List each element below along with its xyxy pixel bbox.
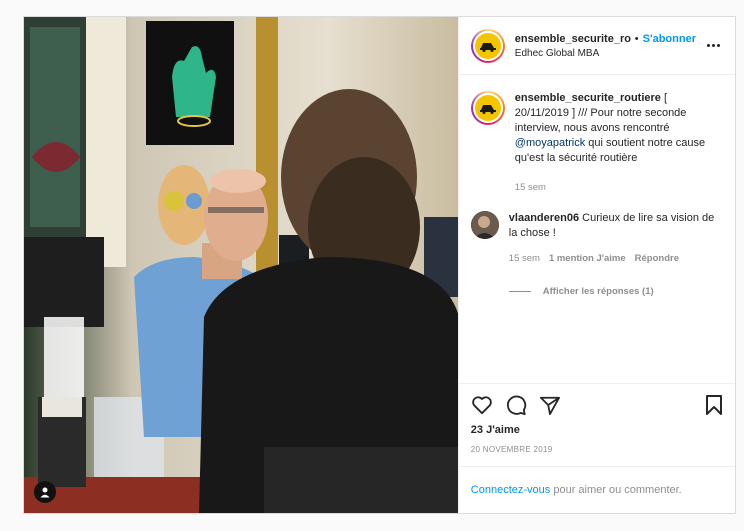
more-options-icon[interactable] xyxy=(703,44,723,47)
post-date[interactable]: 20 NOVEMBRE 2019 xyxy=(471,445,723,454)
bookmark-icon[interactable] xyxy=(705,394,723,416)
login-prompt: Connectez-vous pour aimer ou commenter. xyxy=(458,466,735,513)
caption-avatar[interactable] xyxy=(470,91,505,125)
share-icon[interactable] xyxy=(539,395,561,415)
show-replies-button[interactable]: Afficher les réponses (1) xyxy=(508,284,723,299)
post-photo[interactable] xyxy=(24,17,458,513)
commenter-username[interactable]: vlaanderen06 xyxy=(509,212,579,224)
author-avatar[interactable] xyxy=(470,28,505,63)
post-card: ensemble_securite_rou • S'abonner Edhec … xyxy=(23,16,736,514)
follow-button[interactable]: S'abonner xyxy=(643,33,696,45)
caption-comment: ensemble_securite_routiere [ 20/11/2019 … xyxy=(470,91,723,195)
separator-dot: • xyxy=(634,32,639,45)
heart-icon[interactable] xyxy=(471,395,493,415)
reply-button[interactable]: Répondre xyxy=(635,251,679,266)
post-location[interactable]: Edhec Global MBA xyxy=(515,48,703,59)
user-tag-icon[interactable] xyxy=(34,481,56,503)
caption-username[interactable]: ensemble_securite_routiere xyxy=(515,92,661,104)
comments-list: ensemble_securite_routiere [ 20/11/2019 … xyxy=(459,75,735,383)
comment-icon[interactable] xyxy=(505,394,527,416)
caption-time[interactable]: 15 sem xyxy=(515,180,546,195)
likes-count[interactable]: 23 J'aime xyxy=(471,424,723,436)
post-actions: 23 J'aime 20 NOVEMBRE 2019 xyxy=(458,383,735,466)
comment-item: vlaanderen06 Curieux de lire sa vision d… xyxy=(470,211,723,299)
post-header: ensemble_securite_rou • S'abonner Edhec … xyxy=(458,17,735,75)
show-replies-label[interactable]: Afficher les réponses (1) xyxy=(543,284,654,299)
post-sidebar: ensemble_securite_rou • S'abonner Edhec … xyxy=(457,17,735,513)
login-link[interactable]: Connectez-vous xyxy=(471,484,551,496)
replies-divider xyxy=(508,291,531,292)
comment-time[interactable]: 15 sem xyxy=(509,251,540,266)
login-prompt-text: pour aimer ou commenter. xyxy=(550,484,682,496)
photo-illustration xyxy=(24,17,458,513)
author-username[interactable]: ensemble_securite_rou xyxy=(515,33,631,45)
mention-link[interactable]: @moyapatrick xyxy=(515,137,585,149)
comment-likes[interactable]: 1 mention J'aime xyxy=(549,251,626,266)
car-logo-icon xyxy=(479,105,496,114)
car-logo-icon xyxy=(479,42,496,52)
commenter-avatar[interactable] xyxy=(470,211,499,239)
